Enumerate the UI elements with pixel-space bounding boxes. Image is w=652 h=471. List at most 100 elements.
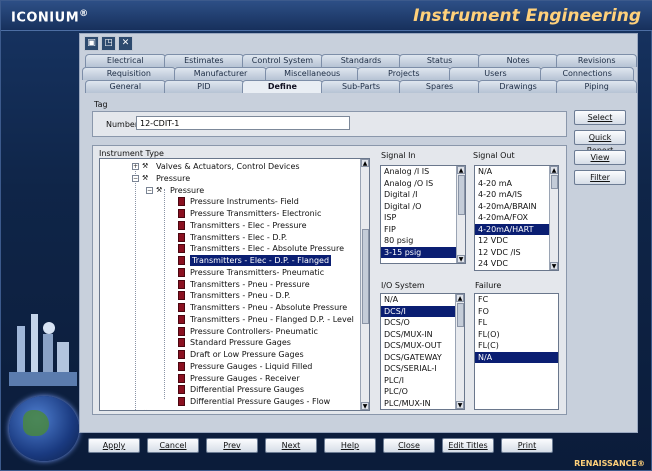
list-item[interactable]: DCS/O — [381, 317, 464, 329]
window-icon[interactable]: ◳ — [101, 36, 116, 51]
tree-node[interactable]: Pressure — [170, 185, 204, 196]
tab-general[interactable]: General — [85, 80, 166, 93]
list-item[interactable]: 4-20mA/BRAIN — [475, 201, 558, 213]
list-item[interactable]: PLC/O — [381, 386, 464, 398]
tag-number-field[interactable]: 12-CDIT-1 — [136, 116, 350, 130]
tab-control-system[interactable]: Control System — [242, 54, 323, 67]
list-item[interactable]: 4-20 mA — [475, 178, 558, 190]
tab-status[interactable]: Status — [399, 54, 480, 67]
tab-connections[interactable]: Connections — [540, 67, 634, 80]
list-item[interactable]: DCS/MUX-IN — [381, 329, 464, 341]
tree-scrollbar[interactable]: ▲ ▼ — [360, 159, 369, 410]
tab-requisition[interactable]: Requisition — [82, 67, 176, 80]
list-item[interactable]: DCS/GATEWAY — [381, 352, 464, 364]
list-item[interactable]: 80 psig — [381, 235, 465, 247]
signal-in-list[interactable]: Analog /I IS Analog /O IS Digital /I Digita… — [380, 165, 466, 264]
tree-node[interactable]: Pressure Controllers- Pneumatic — [190, 326, 318, 337]
close-button[interactable]: Close — [383, 438, 435, 453]
expand-toggle-icon[interactable]: − — [146, 186, 153, 194]
tree-node[interactable]: Pressure — [156, 173, 190, 184]
signal-in-scrollbar[interactable]: ▲ ▼ — [456, 166, 465, 263]
tab-define[interactable]: Define — [242, 80, 323, 93]
tree-node[interactable]: Transmitters - Elec - Absolute Pressure — [190, 243, 344, 254]
tree-node[interactable]: Transmitters - Pneu - Flanged D.P. - Lev… — [190, 314, 354, 325]
view-button[interactable]: View — [574, 150, 626, 165]
list-item[interactable]: 24 VDC — [475, 258, 558, 270]
tab-projects[interactable]: Projects — [357, 67, 451, 80]
expand-toggle-icon[interactable]: − — [132, 174, 139, 182]
tab-notes[interactable]: Notes — [477, 54, 559, 67]
tree-node[interactable]: Pressure Gauges - Liquid Filled — [190, 361, 312, 372]
failure-list[interactable]: FC FO FL FL(O) FL(C) N/A — [474, 293, 559, 410]
tab-standards[interactable]: Standards — [320, 54, 402, 67]
tab-spares[interactable]: Spares — [399, 80, 480, 93]
list-item[interactable]: 12 VDC /IS — [475, 247, 558, 259]
close-icon[interactable]: ✕ — [118, 36, 133, 51]
tree-node[interactable]: Valves & Actuators, Control Devices — [156, 161, 300, 172]
tree-node[interactable]: Differential Pressure Gauges - Flow — [190, 396, 330, 407]
edit-titles-button[interactable]: Edit Titles — [442, 438, 494, 453]
save-icon[interactable]: ▣ — [84, 36, 99, 51]
list-item[interactable]: Digital /O — [381, 201, 465, 213]
tab-miscellaneous[interactable]: Miscellaneous — [265, 67, 359, 80]
tree-node[interactable]: Pressure Transmitters- Pneumatic — [190, 267, 324, 278]
list-item[interactable]: Analog /O IS — [381, 178, 465, 190]
tree-node[interactable]: Draft or Low Pressure Gages — [190, 349, 304, 360]
list-item[interactable]: Analog /I IS — [381, 166, 465, 178]
tab-sub-parts[interactable]: Sub-Parts — [320, 80, 402, 93]
list-item[interactable]: FO — [475, 306, 558, 318]
tab-revisions[interactable]: Revisions — [556, 54, 637, 67]
list-item[interactable]: DCS/SERIAL-I — [381, 363, 464, 375]
list-item[interactable]: N/A — [475, 351, 558, 363]
select-button[interactable]: Select — [574, 110, 626, 125]
tab-estimates[interactable]: Estimates — [163, 54, 245, 67]
list-item[interactable]: FIP — [381, 224, 465, 236]
list-item[interactable]: Digital /I — [381, 189, 465, 201]
tree-node[interactable]: Transmitters - Pneu - Pressure — [190, 279, 310, 290]
io-system-list[interactable]: N/A DCS/I DCS/O DCS/MUX-IN DCS/MUX-OUT DCS/GA… — [380, 293, 465, 410]
expand-toggle-icon[interactable]: + — [132, 163, 139, 170]
list-item[interactable]: DCS/MUX-OUT — [381, 340, 464, 352]
instrument-type-tree[interactable]: + ⚒ Valves & Actuators, Control Devices − ⚒ P… — [99, 158, 370, 411]
list-item[interactable]: PLC/I — [381, 375, 464, 387]
tree-node[interactable]: Transmitters - Elec - Pressure — [190, 220, 307, 231]
next-button[interactable]: Next — [265, 438, 317, 453]
tree-node[interactable]: Standard Pressure Gages — [190, 337, 291, 348]
tree-node[interactable]: Transmitters - Elec - D.P. - Flanged — [190, 255, 332, 266]
list-item[interactable]: N/A — [475, 166, 558, 178]
tree-node[interactable]: Differential Pressure Gauges — [190, 384, 304, 395]
list-item[interactable]: ISP — [381, 212, 465, 224]
list-item[interactable]: DCS/I — [381, 305, 464, 317]
tree-node[interactable]: Pressure Transmitters- Electronic — [190, 208, 321, 219]
prev-button[interactable]: Prev — [206, 438, 258, 453]
apply-button[interactable]: Apply — [88, 438, 140, 453]
tree-node[interactable]: Transmitters - Pneu - D.P. — [190, 290, 290, 301]
list-item[interactable]: FL(C) — [475, 340, 558, 352]
expand-toggle-icon[interactable]: + — [132, 409, 139, 410]
list-item[interactable]: PLC/MUX-IN — [381, 398, 464, 410]
list-item[interactable]: 3-15 psig — [381, 246, 465, 258]
tab-pid[interactable]: PID — [163, 80, 245, 93]
tab-electrical[interactable]: Electrical — [85, 54, 166, 67]
tree-node[interactable]: Pressure Gauges - Receiver — [190, 373, 300, 384]
print-button[interactable]: Print — [501, 438, 553, 453]
tree-node[interactable]: Pressure Instruments- Field — [190, 196, 299, 207]
list-item[interactable]: FL(O) — [475, 329, 558, 341]
help-button[interactable]: Help — [324, 438, 376, 453]
list-item[interactable]: 4-20 mA/IS — [475, 189, 558, 201]
tree-node[interactable]: Transmitters - Pneu - Absolute Pressure — [190, 302, 347, 313]
list-item[interactable]: FC — [475, 294, 558, 306]
quick-report-button[interactable]: Quick Report — [574, 130, 626, 155]
list-item[interactable]: 12 VDC — [475, 235, 558, 247]
tab-users[interactable]: Users — [448, 67, 543, 80]
tab-drawings[interactable]: Drawings — [477, 80, 559, 93]
signal-out-scrollbar[interactable]: ▲ ▼ — [549, 166, 558, 270]
io-system-scrollbar[interactable]: ▲ ▼ — [455, 294, 464, 409]
tree-node[interactable]: Transmitters - Elec - D.P. — [190, 232, 287, 243]
signal-out-list[interactable]: N/A 4-20 mA 4-20 mA/IS 4-20mA/BRAIN 4-20mA/F… — [474, 165, 559, 271]
list-item[interactable]: N/A — [381, 294, 464, 306]
filter-button[interactable]: Filter — [574, 170, 626, 185]
list-item[interactable]: 4-20mA/HART — [475, 223, 558, 235]
list-item[interactable]: FL — [475, 317, 558, 329]
cancel-button[interactable]: Cancel — [147, 438, 199, 453]
